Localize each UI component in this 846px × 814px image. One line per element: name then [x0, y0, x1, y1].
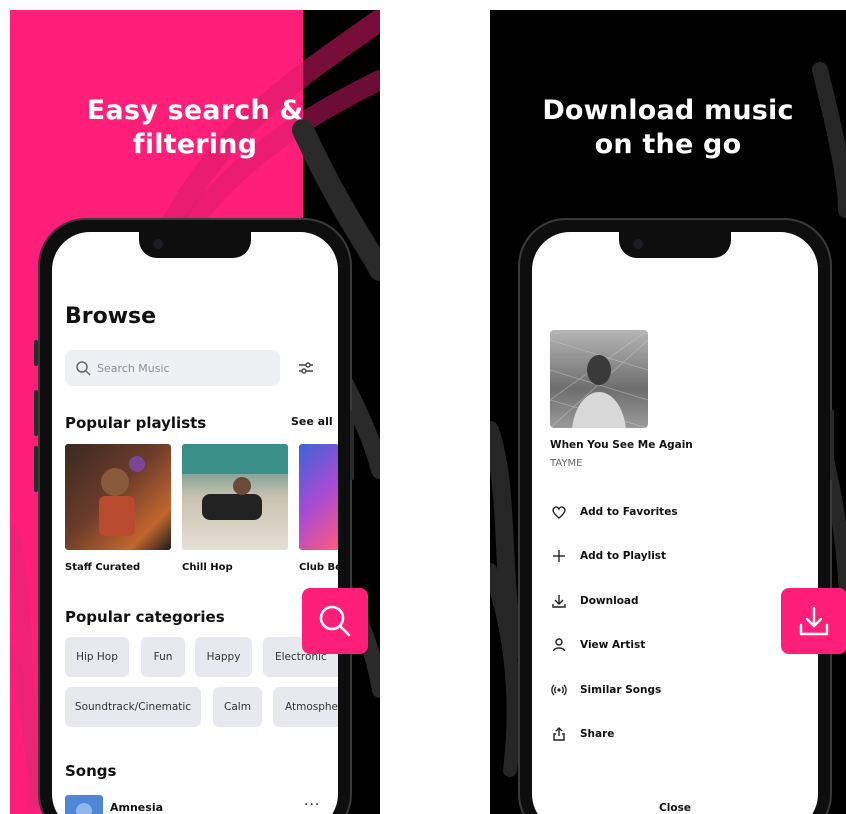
plus-icon: [550, 547, 568, 565]
search-placeholder: Search Music: [97, 361, 170, 375]
person-icon: [550, 636, 568, 654]
category-chip[interactable]: Atmosphe: [273, 687, 338, 727]
playlist-label: Staff Curated: [65, 562, 141, 573]
playlist-cover-chill-hop[interactable]: [182, 444, 288, 550]
promo-panel-search: Easy search & filtering Browse Search Mu…: [10, 10, 380, 814]
phone-screen-browse: Browse Search Music Popular playlists Se…: [52, 232, 338, 814]
search-fab[interactable]: [302, 588, 368, 654]
filter-icon[interactable]: [296, 358, 316, 378]
section-title-categories: Popular categories: [65, 608, 225, 626]
album-cover: [550, 330, 648, 428]
search-icon: [319, 605, 351, 637]
headline-download: Download music on the go: [542, 95, 794, 160]
category-chip[interactable]: Happy: [195, 637, 252, 677]
phone-notch: [139, 232, 251, 258]
menu-download[interactable]: Download: [550, 590, 639, 612]
song-title[interactable]: Amnesia: [110, 801, 163, 814]
see-all-link[interactable]: See all: [291, 415, 333, 428]
search-input[interactable]: Search Music: [65, 350, 280, 386]
search-icon: [76, 361, 91, 376]
menu-add-to-playlist[interactable]: Add to Playlist: [550, 545, 666, 567]
heart-icon: [550, 503, 568, 521]
playlist-label: Chill Hop: [182, 562, 233, 573]
category-chip[interactable]: Soundtrack/Cinematic: [65, 687, 201, 727]
menu-similar-songs[interactable]: Similar Songs: [550, 679, 661, 701]
menu-share[interactable]: Share: [550, 723, 614, 745]
section-title-songs: Songs: [65, 762, 117, 780]
playlist-cover-staff-curated[interactable]: [65, 444, 171, 550]
playlist-label: Club Be: [299, 562, 338, 573]
phone-notch: [619, 232, 731, 258]
phone-frame: Browse Search Music Popular playlists Se…: [34, 218, 354, 814]
share-icon: [550, 725, 568, 743]
category-chip[interactable]: Calm: [213, 687, 262, 727]
promo-panel-download: Download music on the go When You See Me…: [490, 10, 846, 814]
download-fab[interactable]: [781, 588, 846, 654]
category-chip[interactable]: Hip Hop: [65, 637, 129, 677]
more-options-icon[interactable]: ···: [304, 797, 320, 813]
page-title: Browse: [65, 304, 157, 329]
close-button[interactable]: Close: [532, 802, 818, 814]
download-icon: [799, 606, 829, 636]
song-cover[interactable]: [65, 795, 103, 814]
playlist-cover-club[interactable]: [299, 444, 338, 550]
menu-view-artist[interactable]: View Artist: [550, 634, 645, 656]
download-icon: [550, 592, 568, 610]
radio-icon: [550, 681, 568, 699]
section-title-playlists: Popular playlists: [65, 414, 207, 432]
phone-frame: When You See Me Again TAYME Add to Favor…: [518, 218, 834, 814]
menu-add-to-favorites[interactable]: Add to Favorites: [550, 501, 678, 523]
headline-search: Easy search & filtering: [86, 95, 304, 160]
phone-screen-track-menu: When You See Me Again TAYME Add to Favor…: [532, 232, 818, 814]
track-artist: TAYME: [550, 458, 583, 469]
track-title: When You See Me Again: [550, 439, 693, 451]
category-chip[interactable]: Fun: [141, 637, 185, 677]
